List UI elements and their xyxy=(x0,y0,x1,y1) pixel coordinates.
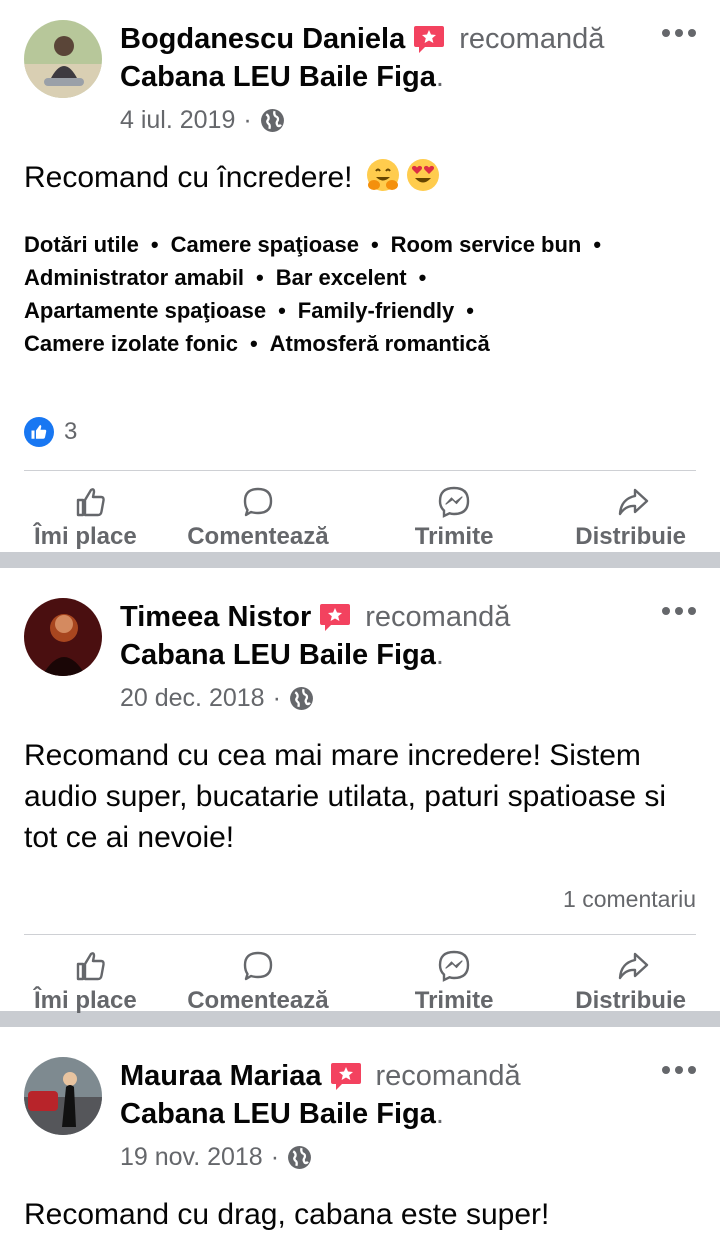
comment-count[interactable]: 1 comentariu xyxy=(24,886,696,916)
avatar[interactable] xyxy=(24,20,102,98)
more-options-button[interactable] xyxy=(662,604,696,618)
page-link[interactable]: Cabana LEU Baile Figa xyxy=(120,639,436,671)
post-text: Recomand cu drag, cabana este super! xyxy=(24,1198,550,1231)
like-reaction-icon xyxy=(24,417,54,447)
messenger-icon xyxy=(438,950,470,982)
period: . xyxy=(435,61,444,93)
reaction-count: 3 xyxy=(64,418,78,445)
tag: Camere izolate fonic xyxy=(24,331,238,356)
post-date[interactable]: 20 dec. 2018 xyxy=(120,684,265,713)
like-button[interactable]: Îmi place xyxy=(34,485,137,564)
like-button[interactable]: Îmi place xyxy=(34,949,137,1028)
tag: Camere spaţioase xyxy=(170,232,359,257)
post-date[interactable]: 19 nov. 2018 xyxy=(120,1143,263,1172)
share-button[interactable]: Distribuie xyxy=(575,485,686,564)
globe-icon xyxy=(260,108,285,133)
globe-icon xyxy=(287,1145,312,1170)
news-feed: Bogdanescu Daniela recomandă Cabana LEU … xyxy=(0,0,720,1248)
separator-dot: · xyxy=(272,684,281,712)
like-label: Îmi place xyxy=(34,523,137,550)
post-text: Recomand cu cea mai mare incredere! Sist… xyxy=(24,739,667,854)
send-button[interactable]: Trimite xyxy=(379,949,529,1028)
comment-label: Comentează xyxy=(187,523,329,550)
post-date[interactable]: 4 iul. 2019 xyxy=(120,106,235,135)
post-actions: Îmi place Comentează Trimite Distribuie xyxy=(24,934,696,1028)
reactions-summary[interactable]: 3 xyxy=(24,416,696,448)
tag: Atmosferă romantică xyxy=(269,331,490,356)
post-text: Recomand cu încredere! xyxy=(24,157,696,198)
heart-eyes-emoji xyxy=(405,157,441,193)
recommendation-tags: Dotări utile • Camere spaţioase • Room servi… xyxy=(24,232,602,356)
page-link[interactable]: Cabana LEU Baile Figa xyxy=(120,1098,436,1130)
share-label: Distribuie xyxy=(575,987,686,1014)
globe-icon xyxy=(289,686,314,711)
send-label: Trimite xyxy=(414,987,494,1014)
recommend-icon xyxy=(330,1061,362,1091)
tag: Apartamente spaţioase xyxy=(24,298,267,323)
author-name[interactable]: Bogdanescu Daniela xyxy=(120,20,405,58)
recommend-icon xyxy=(319,602,351,632)
comment-icon xyxy=(243,487,273,517)
tag: Bar excelent xyxy=(275,265,407,290)
post-header: Mauraa Mariaa recomandă Cabana LEU Baile… xyxy=(24,1037,696,1172)
thumbs-up-icon xyxy=(76,488,105,517)
thumbs-up-icon xyxy=(76,952,105,981)
tag: Administrator amabil xyxy=(24,265,245,290)
recommend-verb: recomandă xyxy=(365,601,511,633)
like-label: Îmi place xyxy=(34,987,137,1014)
post-card: Bogdanescu Daniela recomandă Cabana LEU … xyxy=(0,0,720,552)
more-options-button[interactable] xyxy=(662,1063,696,1077)
post-text-content: Recomand cu încredere! xyxy=(24,161,353,194)
more-options-button[interactable] xyxy=(662,26,696,40)
recommend-icon xyxy=(413,24,445,54)
tag: Dotări utile xyxy=(24,232,139,257)
tag: Room service bun xyxy=(390,232,582,257)
recommend-verb: recomandă xyxy=(459,23,605,55)
page-link[interactable]: Cabana LEU Baile Figa xyxy=(120,61,436,93)
author-name[interactable]: Timeea Nistor xyxy=(120,598,311,636)
hugging-face-emoji xyxy=(365,157,401,193)
post-actions: Îmi place Comentează Trimite Distribuie xyxy=(24,470,696,564)
post-card: Timeea Nistor recomandă Cabana LEU Baile… xyxy=(0,568,720,1014)
period: . xyxy=(435,639,444,671)
separator-dot: · xyxy=(270,1143,280,1171)
share-label: Distribuie xyxy=(575,523,686,550)
recommend-verb: recomandă xyxy=(375,1060,521,1092)
share-button[interactable]: Distribuie xyxy=(575,949,686,1028)
share-arrow-icon xyxy=(618,488,649,516)
post-header: Bogdanescu Daniela recomandă Cabana LEU … xyxy=(24,0,696,135)
separator-dot: · xyxy=(243,106,252,134)
tag: Family-friendly xyxy=(297,298,455,323)
comment-label: Comentează xyxy=(187,987,329,1014)
send-button[interactable]: Trimite xyxy=(379,485,529,564)
comment-button[interactable]: Comentează xyxy=(183,485,333,564)
share-arrow-icon xyxy=(618,952,649,980)
comment-button[interactable]: Comentează xyxy=(183,949,333,1028)
send-label: Trimite xyxy=(414,523,494,550)
post-card: Mauraa Mariaa recomandă Cabana LEU Baile… xyxy=(0,1027,720,1248)
post-header: Timeea Nistor recomandă Cabana LEU Baile… xyxy=(24,578,696,713)
author-name[interactable]: Mauraa Mariaa xyxy=(120,1057,322,1095)
avatar[interactable] xyxy=(24,1057,102,1135)
period: . xyxy=(435,1098,444,1130)
avatar[interactable] xyxy=(24,598,102,676)
messenger-icon xyxy=(438,486,470,518)
comment-icon xyxy=(243,951,273,981)
